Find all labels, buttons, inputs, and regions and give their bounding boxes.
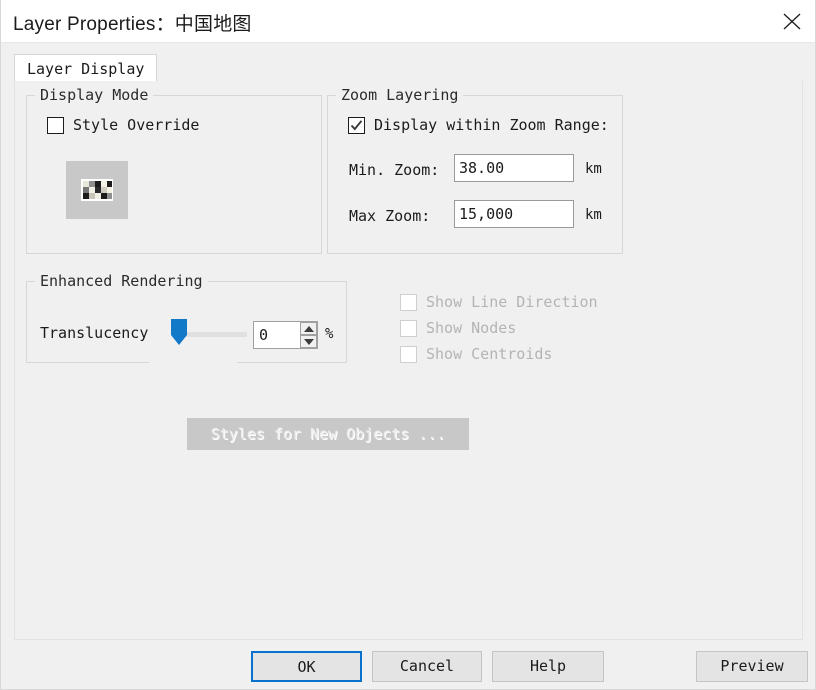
checkbox-box	[400, 319, 417, 337]
group-display-mode: Display Mode Style Override	[26, 86, 322, 254]
max-zoom-input[interactable]: 15,000	[454, 200, 574, 228]
translucency-slider-thumb[interactable]	[170, 318, 188, 346]
checkbox-box	[400, 345, 417, 363]
checkbox-style-override[interactable]: Style Override	[47, 116, 199, 134]
translucency-label: Translucency	[40, 324, 149, 342]
title-bar: Layer Properties：中国地图	[1, 0, 815, 43]
preview-button[interactable]: Preview	[696, 651, 808, 682]
help-button[interactable]: Help	[492, 651, 604, 682]
tab-strip: Layer Display	[14, 54, 803, 82]
tab-layer-display-label: Layer Display	[27, 60, 145, 78]
translucency-value: 0	[259, 326, 269, 344]
checkbox-box	[400, 293, 417, 311]
tab-page-layer-display: Display Mode Style Override Zoom Layerin…	[14, 81, 803, 640]
min-zoom-unit: km	[585, 161, 602, 177]
style-preview-button	[66, 161, 128, 219]
group-enhanced-rendering-title: Enhanced Rendering	[35, 272, 208, 291]
min-zoom-label: Min. Zoom:	[349, 161, 440, 179]
spinner-increment-button[interactable]	[300, 322, 317, 335]
window-title: Layer Properties：中国地图	[13, 14, 252, 35]
checkerboard-icon	[81, 179, 113, 201]
border-gap	[149, 362, 237, 365]
min-zoom-input[interactable]: 38.00	[454, 154, 574, 182]
render-options-group: Show Line Direction Show Nodes Show Cent…	[400, 293, 598, 371]
checkbox-show-line-direction: Show Line Direction	[400, 293, 598, 311]
layer-properties-dialog: Layer Properties：中国地图 Layer Display Disp…	[0, 0, 816, 690]
checkbox-display-within-zoom-range[interactable]: Display within Zoom Range:	[348, 116, 609, 134]
checkbox-show-centroids: Show Centroids	[400, 345, 598, 363]
spinner-decrement-button[interactable]	[300, 335, 317, 348]
checkmark-icon	[350, 119, 363, 130]
translucency-spinner[interactable]: 0	[253, 321, 318, 349]
group-enhanced-rendering: Enhanced Rendering Translucency 0 %	[26, 272, 347, 363]
checkbox-box	[348, 116, 365, 134]
checkbox-show-centroids-label: Show Centroids	[426, 345, 553, 363]
group-display-mode-title: Display Mode	[35, 86, 154, 105]
checkbox-style-override-label: Style Override	[73, 116, 200, 134]
cancel-button[interactable]: Cancel	[372, 651, 482, 682]
max-zoom-label: Max Zoom:	[349, 207, 431, 225]
ok-button[interactable]: OK	[251, 651, 362, 682]
group-zoom-layering: Zoom Layering Display within Zoom Range:…	[327, 86, 623, 254]
checkbox-display-within-zoom-range-label: Display within Zoom Range:	[374, 116, 609, 134]
tab-layer-display[interactable]: Layer Display	[14, 54, 158, 82]
close-button[interactable]	[769, 0, 815, 41]
checkbox-box	[47, 116, 64, 134]
translucency-unit: %	[325, 326, 334, 342]
max-zoom-unit: km	[585, 207, 602, 223]
styles-for-new-objects-button: Styles for New Objects ...	[187, 418, 469, 450]
checkbox-show-line-direction-label: Show Line Direction	[426, 293, 598, 311]
checkbox-show-nodes: Show Nodes	[400, 319, 598, 337]
checkbox-show-nodes-label: Show Nodes	[426, 319, 517, 337]
group-zoom-layering-title: Zoom Layering	[336, 86, 464, 105]
translucency-slider-track[interactable]	[179, 332, 247, 337]
